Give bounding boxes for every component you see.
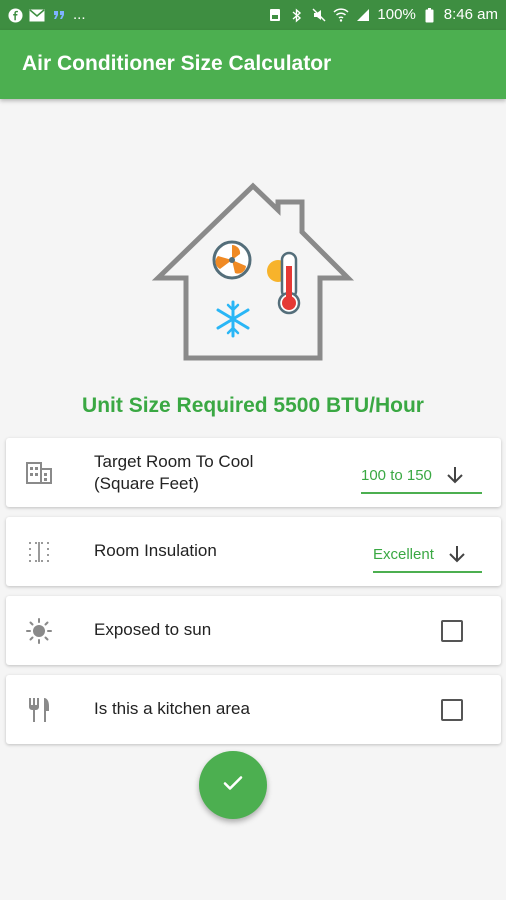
kitchen-checkbox[interactable] [441, 699, 463, 721]
app-title: Air Conditioner Size Calculator [22, 52, 332, 75]
battery-icon [422, 7, 438, 23]
insulation-label: Room Insulation [94, 541, 217, 560]
wifi-icon [333, 7, 349, 23]
fan-icon [212, 240, 252, 280]
mute-icon [311, 7, 327, 23]
arrow-down-icon [444, 464, 466, 486]
facebook-icon [7, 7, 23, 23]
fork-knife-icon [26, 697, 52, 723]
room-size-label-line1: Target Room To Cool [94, 452, 254, 471]
app-bar: Air Conditioner Size Calculator [0, 30, 506, 99]
room-size-row: Target Room To Cool (Square Feet) 100 to… [6, 438, 501, 507]
room-size-label: Target Room To Cool (Square Feet) [94, 451, 253, 495]
sun-exposure-row[interactable]: Exposed to sun [6, 596, 501, 665]
check-icon [221, 771, 245, 800]
building-icon [26, 460, 52, 486]
kitchen-label: Is this a kitchen area [94, 699, 250, 718]
status-bar-notifications: ... [7, 6, 86, 24]
kitchen-row[interactable]: Is this a kitchen area [6, 675, 501, 744]
sun-exposure-label: Exposed to sun [94, 620, 212, 639]
status-bar-system: 100% 8:46 am [267, 6, 498, 24]
status-overflow-text: ... [73, 6, 86, 23]
status-bar: ... 100% 8:46 am [0, 0, 506, 30]
mail-icon [29, 7, 45, 23]
unit-size-result: Unit Size Required 5500 BTU/Hour [82, 394, 424, 417]
house-climate-illustration [150, 180, 356, 366]
insulation-row: Room Insulation Excellent [6, 517, 501, 586]
sun-icon [26, 618, 52, 644]
sun-exposure-checkbox[interactable] [441, 620, 463, 642]
calculate-button[interactable] [199, 751, 267, 819]
arrow-down-icon [446, 543, 468, 565]
snowflake-icon [216, 300, 250, 338]
bluetooth-icon [289, 7, 305, 23]
insulation-grid-icon [26, 539, 52, 565]
room-size-value: 100 to 150 [361, 466, 432, 484]
quote-icon [51, 7, 67, 23]
room-size-label-line2: (Square Feet) [94, 474, 199, 493]
thermometer-icon [277, 251, 301, 315]
room-size-dropdown[interactable]: 100 to 150 [361, 458, 482, 494]
insulation-dropdown[interactable]: Excellent [373, 537, 482, 573]
clock: 8:46 am [443, 6, 498, 23]
signal-icon [355, 7, 371, 23]
save-status-icon [267, 7, 283, 23]
insulation-value: Excellent [373, 545, 434, 563]
battery-percent: 100% [377, 6, 416, 23]
